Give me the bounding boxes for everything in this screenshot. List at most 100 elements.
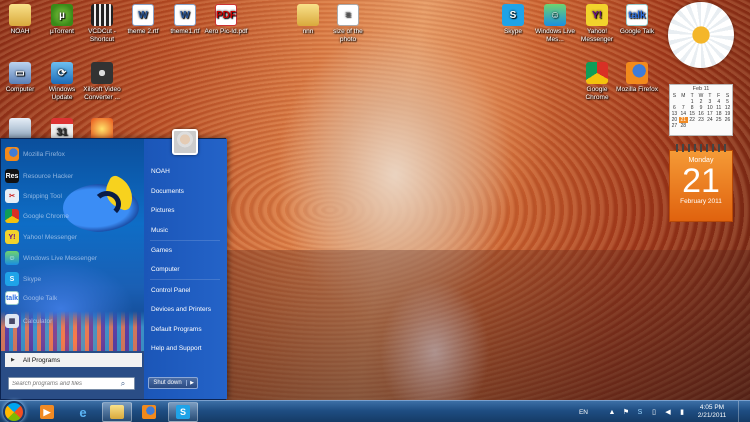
- triangle-right-icon: ▶: [11, 357, 15, 363]
- start-search-box[interactable]: ⌕: [8, 377, 135, 390]
- app-icon: [91, 118, 113, 140]
- flower-gadget[interactable]: [668, 2, 734, 68]
- link-devices-and-printers[interactable]: Devices and Printers: [151, 306, 211, 313]
- notification-area: EN ▲ ⚑ S ▯ ◀ ▮ 4:05 PM 2/21/2011: [579, 401, 750, 422]
- calendar-app-icon: 31: [51, 118, 73, 140]
- link-help-and-support[interactable]: Help and Support: [151, 345, 202, 352]
- power-icon[interactable]: ▮: [678, 408, 686, 416]
- film-icon: [91, 4, 113, 26]
- menu-separator: [150, 240, 220, 241]
- yahoo-icon: Y!: [5, 230, 19, 244]
- taskbar-clock[interactable]: 4:05 PM 2/21/2011: [692, 404, 732, 420]
- taskbar: ▶ e S EN ▲ ⚑ S ▯ ◀ ▮ 4:05 PM 2/21/2011: [0, 400, 750, 422]
- desktop-icon-windows-live-messenger[interactable]: ☺ Windows Live Mes...: [533, 4, 577, 44]
- scissors-icon: ✂: [5, 189, 19, 203]
- desktop-icon-windows-update[interactable]: ⟳ Windows Update: [40, 62, 84, 102]
- show-hidden-icons-icon[interactable]: ▲: [608, 408, 616, 416]
- link-games[interactable]: Games: [151, 247, 172, 254]
- desktop-icon-computer[interactable]: ▭ Computer: [0, 62, 42, 94]
- res-icon: Res: [5, 169, 19, 183]
- video-converter-icon: [91, 62, 113, 84]
- desktop-icon-vcdcut[interactable]: VCDCut - Shortcut: [80, 4, 124, 44]
- volume-icon[interactable]: ◀: [664, 408, 672, 416]
- calendar-date-cell[interactable]: 27: [670, 123, 679, 129]
- link-music[interactable]: Music: [151, 227, 168, 234]
- skype-icon: S: [5, 272, 19, 286]
- program-snipping-tool[interactable]: ✂ Snipping Tool: [5, 187, 105, 205]
- taskbar-skype[interactable]: S: [168, 402, 198, 422]
- skype-tray-icon[interactable]: S: [636, 408, 644, 416]
- calendar-month-year: February 2011: [680, 198, 722, 205]
- chrome-icon: [5, 209, 19, 223]
- clock-date: 2/21/2011: [697, 412, 727, 419]
- folder-icon: [9, 4, 31, 26]
- shutdown-button[interactable]: Shut down ▶: [148, 377, 198, 389]
- shutdown-options-arrow-icon[interactable]: ▶: [187, 380, 197, 386]
- mini-calendar-gadget[interactable]: Feb 11 SMTWTFS 1 2 3 4 5 6 7 8 9 10 11 12 13 14 15 16 17…: [669, 84, 733, 136]
- language-indicator[interactable]: EN: [579, 409, 588, 416]
- computer-icon: ▭: [9, 62, 31, 84]
- program-skype[interactable]: S Skype: [5, 270, 105, 288]
- taskbar-explorer[interactable]: [102, 402, 132, 422]
- action-center-flag-icon[interactable]: ⚑: [622, 408, 630, 416]
- firefox-icon: [142, 405, 156, 419]
- start-menu-programs-pane: Mozilla Firefox Res Resource Hacker ✂ Sn…: [1, 139, 144, 351]
- desktop-icon-yahoo-messenger[interactable]: Y! Yahoo! Messenger: [575, 4, 619, 44]
- link-pictures[interactable]: Pictures: [151, 207, 174, 214]
- pdf-icon: PDF: [215, 4, 237, 26]
- start-button[interactable]: [3, 401, 25, 422]
- messenger-icon: ☺: [544, 4, 566, 26]
- desktop-icon-utorrent[interactable]: µ µTorrent: [40, 4, 84, 36]
- link-computer[interactable]: Computer: [151, 266, 180, 273]
- shutdown-label: Shut down: [149, 380, 187, 386]
- desktop-icon-theme1[interactable]: W theme1.rtf: [163, 4, 207, 36]
- program-google-talk[interactable]: talk Google Talk: [5, 289, 105, 307]
- program-firefox[interactable]: Mozilla Firefox: [5, 145, 105, 163]
- taskbar-media-player[interactable]: ▶: [32, 402, 62, 422]
- explorer-icon: [110, 405, 124, 419]
- mini-calendar-days: 1 2 3 4 5 6 7 8 9 10 11 12 13 14 15 16 17 18 19 20 21 22 23 24 2…: [670, 99, 732, 129]
- calendar-date-cell[interactable]: 28: [679, 123, 688, 129]
- text-file-icon: ≡: [337, 4, 359, 26]
- mini-calendar-month: Feb 11: [692, 86, 710, 92]
- taskbar-internet-explorer[interactable]: e: [68, 402, 98, 422]
- desktop-icon-mozilla-firefox[interactable]: Mozilla Firefox: [615, 62, 659, 94]
- program-chrome[interactable]: Google Chrome: [5, 207, 105, 225]
- desktop-icon-google-chrome[interactable]: Google Chrome: [575, 62, 619, 102]
- recycle-bin-icon: [9, 118, 31, 140]
- desktop-icon-google-talk[interactable]: talk Google Talk: [615, 4, 659, 36]
- skype-icon: S: [176, 405, 190, 419]
- internet-explorer-icon: e: [79, 404, 87, 420]
- network-icon[interactable]: ▯: [650, 408, 658, 416]
- calendar-day: 21: [682, 162, 720, 200]
- program-resource-hacker[interactable]: Res Resource Hacker: [5, 167, 105, 185]
- desktop-icon-nnn[interactable]: nnn: [286, 4, 330, 36]
- link-documents[interactable]: Documents: [151, 188, 184, 195]
- calendar-date-cell: [723, 123, 732, 129]
- start-search-input[interactable]: [9, 378, 117, 389]
- user-avatar[interactable]: [172, 129, 198, 155]
- desktop-icon-size-of-photo[interactable]: ≡ size of the photo: [326, 4, 370, 44]
- skype-icon: S: [502, 4, 524, 26]
- program-windows-live-messenger[interactable]: ☺ Windows Live Messenger: [5, 249, 105, 267]
- show-desktop-button[interactable]: [738, 401, 744, 422]
- desktop-icon-noah[interactable]: NOAH: [0, 4, 42, 36]
- link-default-programs[interactable]: Default Programs: [151, 326, 202, 333]
- program-yahoo-messenger[interactable]: Y! Yahoo! Messenger: [5, 228, 105, 246]
- desktop-icon-aero-pdf[interactable]: PDF Aero Pic-Id.pdf: [204, 4, 248, 36]
- all-programs-button[interactable]: ▶ All Programs: [5, 353, 142, 367]
- big-calendar-gadget[interactable]: Monday 21 February 2011: [669, 144, 733, 222]
- link-user-folder[interactable]: NOAH: [151, 168, 170, 175]
- desktop-icon-skype[interactable]: S Skype: [491, 4, 535, 36]
- google-talk-icon: talk: [5, 291, 19, 305]
- desktop-icon-theme2[interactable]: W theme 2.rtf: [121, 4, 165, 36]
- taskbar-firefox[interactable]: [134, 402, 164, 422]
- calendar-date-cell: [697, 123, 706, 129]
- windows-update-icon: ⟳: [51, 62, 73, 84]
- menu-separator: [150, 279, 220, 280]
- desktop-icon-xilisoft[interactable]: Xilisoft Video Converter ...: [80, 62, 124, 102]
- program-calculator[interactable]: ▦ Calculator: [5, 312, 105, 330]
- link-control-panel[interactable]: Control Panel: [151, 287, 190, 294]
- messenger-icon: ☺: [5, 251, 19, 265]
- search-icon[interactable]: ⌕: [117, 379, 129, 389]
